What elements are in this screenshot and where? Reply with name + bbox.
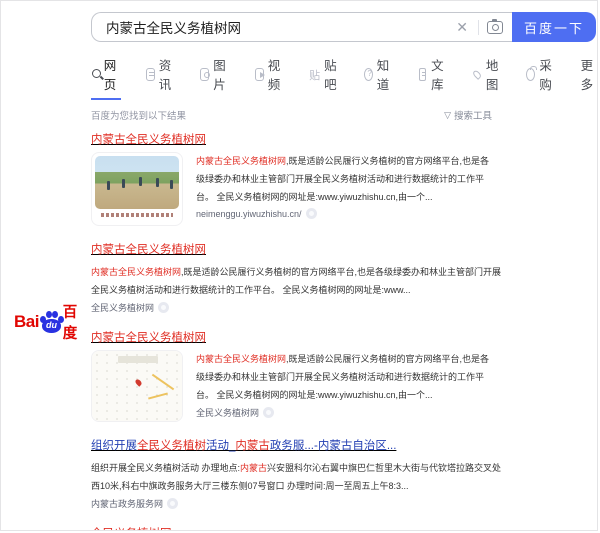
tree-planting-photo xyxy=(92,153,182,225)
funnel-icon: ▽ xyxy=(444,110,451,121)
tab-视频[interactable]: 视频 xyxy=(255,55,285,98)
result-title-link[interactable]: 全民义务植树网 xyxy=(91,527,172,532)
result-source-row: 全民义务植树网 xyxy=(91,301,509,314)
clear-icon[interactable]: ✕ xyxy=(454,20,470,34)
result-source-text: 全民义务植树网 xyxy=(91,301,154,314)
news-icon xyxy=(146,68,155,81)
result-source-text: neimenggu.yiwuzhishu.cn/ xyxy=(196,209,302,219)
result-source-row: 全民义务植树网 xyxy=(196,406,496,419)
tab-label: 采购 xyxy=(539,55,555,93)
result-source-text: 全民义务植树网 xyxy=(196,406,259,419)
baidu-serp-page: Bai du 百度 内蒙古全民义务植树网 ✕ 百度一下 网页 资讯 xyxy=(0,0,598,531)
top-bar: Bai du 百度 内蒙古全民义务植树网 ✕ 百度一下 网页 资讯 xyxy=(1,1,597,531)
nav-tabs: 网页 资讯 图片 视频 贴吧 知道 文库 地图 采购 更多 xyxy=(91,55,597,100)
video-icon xyxy=(255,68,264,81)
question-icon xyxy=(364,68,373,81)
result-description: 内蒙古全民义务植树网,既是适龄公民履行义务植树的官方网络平台,也是各级绿委办和林… xyxy=(196,350,496,404)
map-icon xyxy=(471,69,482,80)
result-description: 内蒙古全民义务植树网,既是适龄公民履行义务植树的官方网络平台,也是各级绿委办和林… xyxy=(91,263,509,299)
search-input[interactable]: 内蒙古全民义务植树网 ✕ xyxy=(91,12,512,42)
logo-text-bai: Bai xyxy=(14,312,39,332)
baidu-paw-icon: du xyxy=(39,311,62,334)
search-result: 全民义务植树网 全民义务植树网 履行植树义务 共建美丽中国 全民义务植树网,既是… xyxy=(91,524,509,532)
map-pin-icon xyxy=(134,378,142,386)
tab-label: 资讯 xyxy=(159,55,175,93)
tab-label: 地图 xyxy=(486,55,501,93)
tab-图片[interactable]: 图片 xyxy=(200,55,230,98)
tab-资讯[interactable]: 资讯 xyxy=(146,55,176,98)
search-tools-label: 搜索工具 xyxy=(454,108,492,122)
result-description: 组织开展全民义务植树活动 办理地点:内蒙古兴安盟科尔沁右翼中旗巴仁哲里木大街与代… xyxy=(91,459,509,495)
map-image xyxy=(92,351,182,421)
search-result: 组织开展全民义务植树活动_内蒙古政务服...-内蒙古自治区... 组织开展全民义… xyxy=(91,436,509,509)
tab-网页[interactable]: 网页 xyxy=(91,55,121,100)
tieba-icon xyxy=(309,68,320,81)
results-count-text: 百度为您找到以下结果 xyxy=(91,108,186,122)
search-divider xyxy=(478,20,479,35)
result-source-row: neimenggu.yiwuzhishu.cn/ xyxy=(196,208,496,219)
tab-地图[interactable]: 地图 xyxy=(472,55,502,98)
tab-label: 更多 xyxy=(581,55,597,93)
search-result: 内蒙古全民义务植树网 内蒙古全民义务植树网,既是适龄公民履行义务 xyxy=(91,130,509,226)
tab-采购[interactable]: 采购 xyxy=(526,55,556,98)
baidu-logo[interactable]: Bai du 百度 xyxy=(14,12,91,531)
search-assembly: 内蒙古全民义务植树网 ✕ 百度一下 xyxy=(91,12,596,42)
search-query-text[interactable]: 内蒙古全民义务植树网 xyxy=(106,17,454,37)
results-info-bar: 百度为您找到以下结果 ▽ 搜索工具 xyxy=(91,108,492,122)
search-result: 内蒙古全民义务植树网 内蒙古全民义务植树网,既是适龄公民履行义务植树的官方网络平… xyxy=(91,240,509,313)
result-title-link[interactable]: 内蒙古全民义务植树网 xyxy=(91,133,206,147)
source-badge-icon xyxy=(263,407,274,418)
result-source-text: 内蒙古政务服务网 xyxy=(91,497,163,510)
tab-label: 视频 xyxy=(268,55,284,93)
result-thumbnail[interactable] xyxy=(91,152,183,226)
main-column: 内蒙古全民义务植树网 ✕ 百度一下 网页 资讯 图片 视频 贴吧 知道 文库 地… xyxy=(91,12,597,531)
logo-text-du: du xyxy=(42,320,61,330)
search-tools-button[interactable]: ▽ 搜索工具 xyxy=(444,108,492,122)
source-badge-icon xyxy=(167,498,178,509)
result-title-link[interactable]: 内蒙古全民义务植树网 xyxy=(91,243,206,257)
photo-caption xyxy=(101,213,173,217)
camera-icon[interactable] xyxy=(487,21,503,34)
result-title-link[interactable]: 内蒙古全民义务植树网 xyxy=(91,331,206,345)
purchase-icon xyxy=(526,68,535,81)
image-icon xyxy=(200,68,209,81)
tab-label: 文库 xyxy=(431,55,447,93)
source-badge-icon xyxy=(158,302,169,313)
tab-文库[interactable]: 文库 xyxy=(418,55,447,98)
tab-label: 知道 xyxy=(377,55,393,93)
result-thumbnail[interactable] xyxy=(91,350,183,422)
search-icon xyxy=(91,68,100,81)
result-description: 内蒙古全民义务植树网,既是适龄公民履行义务植树的官方网络平台,也是各级绿委办和林… xyxy=(196,152,496,206)
tab-更多[interactable]: 更多 xyxy=(581,55,597,98)
doc-icon xyxy=(419,68,426,81)
results-list: 内蒙古全民义务植树网 内蒙古全民义务植树网,既是适龄公民履行义务 xyxy=(91,130,509,531)
tab-知道[interactable]: 知道 xyxy=(364,55,394,98)
search-button[interactable]: 百度一下 xyxy=(512,12,596,42)
tab-label: 图片 xyxy=(213,55,229,93)
logo-text-cn: 百度 xyxy=(63,301,91,343)
tab-label: 贴吧 xyxy=(324,55,339,93)
tab-label: 网页 xyxy=(104,55,121,93)
result-source-row: 内蒙古政务服务网 xyxy=(91,497,509,510)
result-title-link[interactable]: 组织开展全民义务植树活动_内蒙古政务服...-内蒙古自治区... xyxy=(91,439,396,453)
tab-贴吧[interactable]: 贴吧 xyxy=(309,55,339,98)
source-badge-icon xyxy=(306,208,317,219)
search-result: 内蒙古全民义务植树网 内蒙古全民义务植树网,既是适龄公民履行义务植树的官方网络平… xyxy=(91,328,509,422)
